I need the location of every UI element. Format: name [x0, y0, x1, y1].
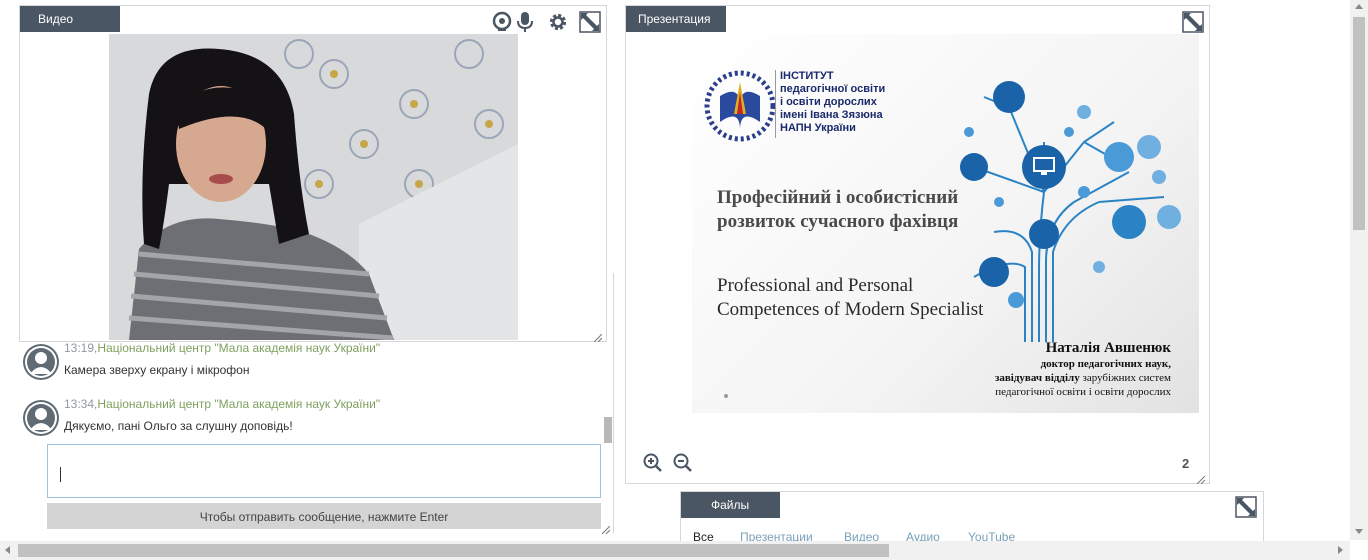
send-hint-bar[interactable]: Чтобы отправить сообщение, нажмите Enter [47, 503, 601, 529]
message-author[interactable]: Національний центр "Мала академія наук У… [97, 397, 380, 411]
microphone-icon[interactable] [514, 11, 536, 33]
scroll-up-arrow[interactable] [1355, 4, 1363, 9]
files-panel-tab[interactable]: Файлы [681, 492, 780, 518]
author-position-rest: зарубіжних систем [1079, 372, 1171, 384]
chat-message-input[interactable] [47, 444, 601, 498]
zoom-in-icon[interactable] [643, 453, 663, 473]
institute-line: НАПН України [780, 122, 856, 134]
slide-title-en-line2: Competences of Modern Specialist [717, 299, 984, 320]
message-author[interactable]: Національний центр "Мала академія наук У… [97, 341, 380, 355]
slide-title-en: Professional and Personal Competences of… [717, 274, 983, 322]
vertical-scroll-thumb[interactable] [1353, 17, 1365, 230]
webcam-icon[interactable] [492, 11, 514, 33]
scroll-right-arrow[interactable] [1338, 546, 1343, 554]
institute-logo [704, 70, 776, 142]
horizontal-scrollbar[interactable] [0, 541, 1350, 560]
avatar [23, 344, 59, 380]
chat-resize-handle[interactable] [601, 521, 611, 535]
slide-author-block: Наталія Авшенюк доктор педагогічних наук… [995, 339, 1171, 399]
institute-divider [775, 70, 776, 138]
slide-title-ua-line2: розвиток сучасного фахівця [717, 211, 959, 232]
slide-title-ua-line1: Професійний і особистісний [717, 187, 959, 208]
slide-title-ua: Професійний і особистісний розвиток суча… [717, 186, 958, 234]
institute-line: і освіти дорослих [780, 96, 877, 108]
author-position-bold: завідувач відділу [994, 372, 1080, 384]
institute-line: ІНСТИТУТ [780, 70, 834, 82]
message-time: 13:34, [64, 397, 98, 411]
fullscreen-icon[interactable] [579, 11, 601, 33]
text-caret [60, 467, 61, 482]
message-header: 13:34,Національний центр "Мала академія … [64, 397, 380, 411]
author-degree: доктор педагогічних наук, [1040, 358, 1171, 370]
scroll-down-arrow[interactable] [1355, 529, 1363, 534]
author-department: педагогічної освіти і освіти дорослих [995, 386, 1171, 398]
author-position: завідувач відділу зарубіжних систем [995, 371, 1171, 385]
presentation-panel-tab[interactable]: Презентация [626, 6, 726, 32]
vertical-scrollbar[interactable] [1350, 0, 1368, 540]
message-time: 13:19, [64, 341, 98, 355]
presentation-slide: ІНСТИТУТ педагогічної освіти і освіти до… [692, 34, 1199, 413]
institute-name: ІНСТИТУТ педагогічної освіти і освіти до… [780, 70, 885, 135]
fullscreen-icon[interactable] [1182, 11, 1204, 33]
fullscreen-icon[interactable] [1235, 496, 1257, 518]
message-text: Камера зверху екрану і мікрофон [64, 363, 250, 377]
chat-scrollbar-thumb[interactable] [604, 417, 612, 443]
institute-line: педагогічної освіти [780, 83, 886, 95]
horizontal-scroll-thumb[interactable] [18, 544, 889, 557]
message-header: 13:19,Національний центр "Мала академія … [64, 341, 380, 355]
scroll-left-arrow[interactable] [5, 546, 10, 554]
presentation-resize-handle[interactable] [1196, 471, 1206, 485]
page-number: 2 [1182, 456, 1190, 471]
institute-line: імені Івана Зязюна [780, 109, 883, 121]
slide-title-en-line1: Professional and Personal [717, 275, 914, 296]
network-tree-graphic [954, 52, 1199, 342]
slide-dot [724, 394, 728, 398]
gear-icon[interactable] [547, 11, 569, 33]
zoom-out-icon[interactable] [673, 453, 693, 473]
message-text: Дякуємо, пані Ольго за слушну доповідь! [64, 419, 293, 433]
author-name: Наталія Авшенюк [1045, 340, 1171, 356]
video-panel-tab[interactable]: Видео [20, 6, 120, 32]
avatar [23, 400, 59, 436]
